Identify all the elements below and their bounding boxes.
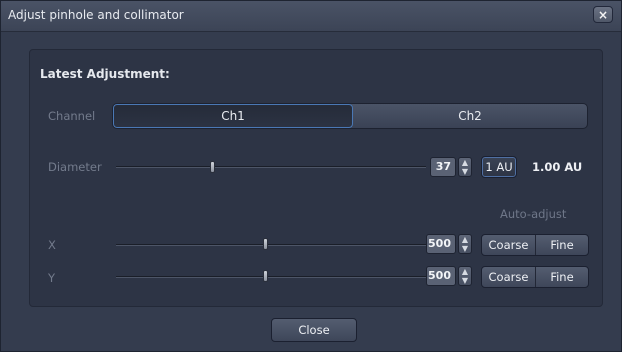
dialog-title: Adjust pinhole and collimator	[8, 8, 184, 22]
y-label: Y	[48, 271, 56, 285]
diameter-slider-thumb[interactable]	[210, 161, 216, 173]
y-coarse-button[interactable]: Coarse	[482, 267, 535, 287]
x-auto-adjust-group: Coarse Fine	[481, 234, 589, 256]
y-slider-track[interactable]	[116, 276, 426, 278]
y-spinner-icon[interactable]: ▲ ▼	[458, 266, 472, 286]
x-slider-thumb[interactable]	[262, 238, 268, 250]
diameter-input[interactable]: 37	[430, 157, 456, 177]
y-input[interactable]: 500	[426, 266, 456, 286]
y-slider-thumb[interactable]	[262, 270, 268, 282]
x-fine-button[interactable]: Fine	[536, 235, 588, 255]
y-fine-button[interactable]: Fine	[536, 267, 588, 287]
channel-selector: Ch1 Ch2	[112, 103, 588, 129]
channel-ch1-button[interactable]: Ch1	[113, 104, 353, 128]
x-input[interactable]: 500	[426, 234, 456, 254]
close-button[interactable]: Close	[271, 318, 357, 342]
adjustment-panel: Latest Adjustment: Channel Ch1 Ch2 Diame…	[29, 49, 603, 307]
one-au-button[interactable]: 1 AU	[481, 156, 517, 178]
title-bar[interactable]: Adjust pinhole and collimator ×	[1, 1, 621, 32]
section-title: Latest Adjustment:	[40, 67, 170, 81]
x-label: X	[48, 238, 56, 252]
channel-label: Channel	[48, 109, 96, 123]
au-readout: 1.00 AU	[532, 160, 583, 174]
x-coarse-button[interactable]: Coarse	[482, 235, 535, 255]
auto-adjust-label: Auto-adjust	[500, 207, 567, 221]
pinhole-dialog: Adjust pinhole and collimator × Latest A…	[0, 0, 622, 352]
y-auto-adjust-group: Coarse Fine	[481, 266, 589, 288]
diameter-label: Diameter	[48, 160, 102, 174]
x-slider-track[interactable]	[116, 244, 426, 246]
diameter-spinner-icon[interactable]: ▲ ▼	[458, 157, 472, 177]
diameter-slider-track[interactable]	[116, 166, 426, 168]
x-spinner-icon[interactable]: ▲ ▼	[458, 234, 472, 254]
close-icon[interactable]: ×	[593, 6, 613, 23]
channel-ch2-button[interactable]: Ch2	[353, 104, 587, 128]
